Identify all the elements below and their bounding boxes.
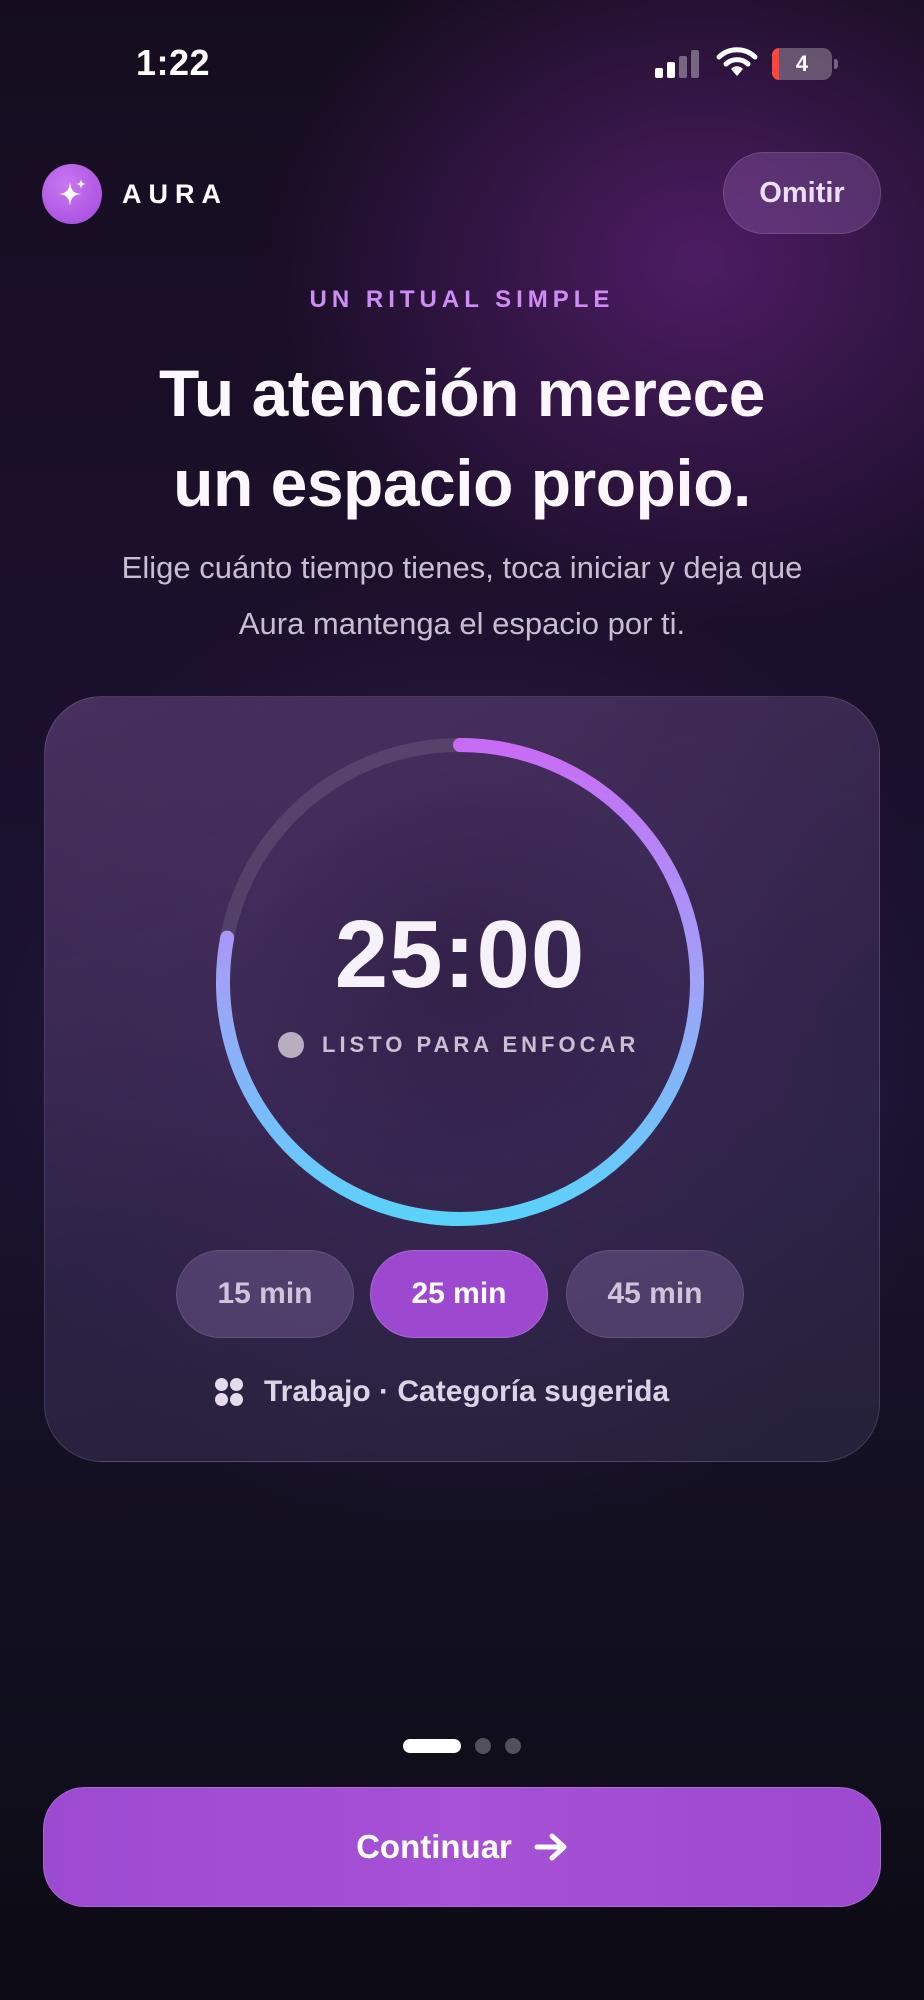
category-grid-icon <box>215 1378 243 1406</box>
arrow-right-icon <box>534 1832 568 1862</box>
status-bar: 1:22 4 <box>0 0 924 120</box>
eyebrow-label: UN RITUAL SIMPLE <box>309 286 615 313</box>
subtitle-line-1: Elige cuánto tiempo tienes, toca iniciar… <box>121 550 803 585</box>
skip-button[interactable]: Omitir <box>723 152 881 234</box>
status-time: 1:22 <box>136 42 211 83</box>
category-label: Trabajo · Categoría sugerida <box>264 1375 670 1408</box>
brand: AURA <box>42 164 228 224</box>
page-indicator <box>403 1738 521 1754</box>
battery-percentage: 4 <box>795 51 809 76</box>
page-dot-active <box>403 1739 461 1753</box>
duration-chip-25[interactable]: 25 min <box>370 1250 548 1338</box>
continue-button[interactable]: Continuar <box>43 1787 881 1907</box>
status-dot-icon <box>278 1032 304 1058</box>
duration-chip-15[interactable]: 15 min <box>176 1250 354 1338</box>
timer-status: LISTO PARA ENFOCAR <box>278 1032 639 1058</box>
battery-icon: 4 <box>772 48 838 80</box>
timer-countdown: 25:00 <box>334 901 586 1008</box>
headline-line-2: un espacio propio. <box>173 446 751 520</box>
timer-status-label: LISTO PARA ENFOCAR <box>322 1032 640 1057</box>
subtitle: Elige cuánto tiempo tienes, toca iniciar… <box>40 540 884 652</box>
category-suggestion[interactable]: Trabajo · Categoría sugerida <box>214 1375 669 1409</box>
page-title: Tu atención merece un espacio propio. <box>0 348 924 528</box>
battery-level-indicator <box>772 48 779 80</box>
headline-line-1: Tu atención merece <box>159 356 765 430</box>
brand-name: AURA <box>122 178 228 209</box>
cellular-signal-icon <box>655 50 699 78</box>
page-dot <box>475 1738 491 1754</box>
wifi-icon <box>716 47 758 76</box>
page-dot <box>505 1738 521 1754</box>
continue-label: Continuar <box>356 1828 512 1865</box>
subtitle-line-2: Aura mantenga el espacio por ti. <box>238 606 686 641</box>
duration-chip-45[interactable]: 45 min <box>566 1250 744 1338</box>
sparkles-icon <box>42 164 102 224</box>
